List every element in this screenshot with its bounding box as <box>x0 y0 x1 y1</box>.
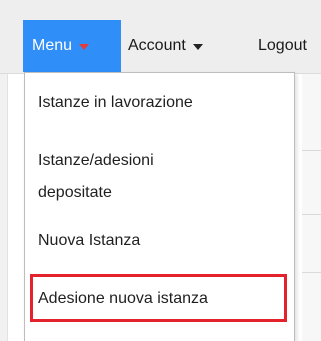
menu-dropdown: Istanze in lavorazione Istanze/adesioni … <box>24 72 295 341</box>
caret-down-icon <box>192 44 203 50</box>
account-label: Account <box>128 37 186 54</box>
account-dropdown-toggle[interactable]: Account <box>126 20 203 72</box>
logout-link[interactable]: Logout <box>258 20 307 72</box>
background-divider <box>302 214 321 215</box>
menu-item-label-line1: Istanze/adesioni <box>38 152 154 169</box>
menu-item-label-line2: depositate <box>38 184 112 201</box>
caret-down-icon <box>79 44 90 50</box>
menu-item-nuova-istanza[interactable]: Nuova Istanza <box>38 225 140 257</box>
menu-item-label: Istanze in lavorazione <box>38 94 193 111</box>
menu-label: Menu <box>32 37 73 54</box>
logout-label: Logout <box>258 37 307 54</box>
background-content-strip <box>302 74 321 341</box>
menu-item-istanze-in-lavorazione[interactable]: Istanze in lavorazione <box>38 87 193 119</box>
background-divider <box>302 150 321 151</box>
top-navbar: Menu Account Logout <box>0 0 321 74</box>
menu-item-label: Adesione nuova istanza <box>38 290 208 307</box>
menu-item-istanze-adesioni-depositate[interactable]: Istanze/adesioni depositate <box>38 145 154 209</box>
menu-item-label: Nuova Istanza <box>38 232 141 249</box>
background-divider <box>302 272 321 273</box>
menu-dropdown-toggle[interactable]: Menu <box>23 20 121 72</box>
menu-item-adesione-nuova-istanza[interactable]: Adesione nuova istanza <box>38 283 208 315</box>
